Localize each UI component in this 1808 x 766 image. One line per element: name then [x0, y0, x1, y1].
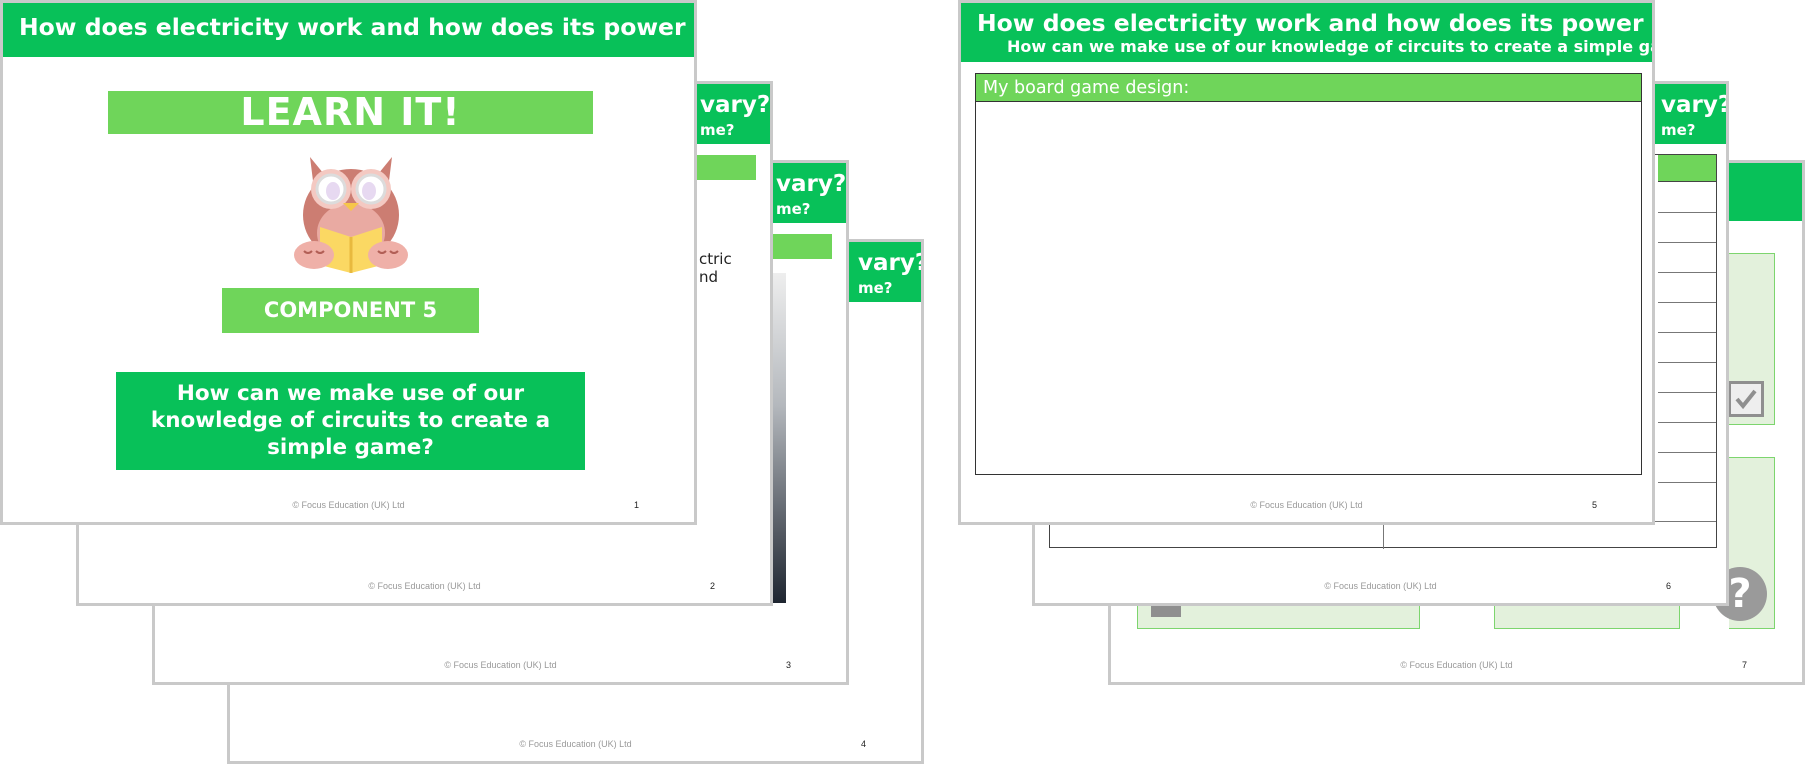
table-row-line — [1658, 332, 1716, 333]
design-box-label: My board game design: — [976, 74, 1641, 102]
slide-footer: © Focus Education (UK) Ltd — [1400, 660, 1513, 670]
table-header-bar — [1658, 155, 1716, 182]
slide-2-header-peek: vary? me? — [690, 84, 770, 144]
slide-6-header-peek: vary? me? — [1651, 84, 1726, 144]
page-number: 6 — [1665, 581, 1671, 591]
slide-footer: © Focus Education (UK) Ltd — [368, 581, 481, 591]
slide-footer: © Focus Education (UK) Ltd — [1250, 500, 1363, 510]
table-row-line — [1658, 242, 1716, 243]
table-row-line — [1658, 302, 1716, 303]
table-row-line — [1658, 452, 1716, 453]
slide-footer: © Focus Education (UK) Ltd — [519, 739, 632, 749]
table-row-line — [1658, 272, 1716, 273]
learn-it-banner: LEARN IT! — [108, 91, 593, 134]
slide-4-header-peek: vary? me? — [848, 242, 921, 302]
page-number: 2 — [709, 581, 715, 591]
page-number: 4 — [860, 739, 866, 749]
page-number: 7 — [1741, 660, 1747, 670]
peek-subtitle: me? — [776, 200, 811, 218]
board-game-design-box[interactable]: My board game design: — [975, 73, 1642, 475]
peek-title: vary? — [700, 92, 771, 118]
slide-2-bar — [696, 155, 756, 180]
slide-title: How does electricity work and how does i… — [19, 13, 697, 41]
slide-footer: © Focus Education (UK) Ltd — [292, 500, 405, 510]
slide-footer: © Focus Education (UK) Ltd — [1324, 581, 1437, 591]
slide-5[interactable]: How does electricity work and how does i… — [958, 0, 1655, 525]
table-column-divider — [1383, 521, 1384, 549]
slide-title: How does electricity work and how does i… — [977, 9, 1655, 37]
table-row-line — [1658, 392, 1716, 393]
slide-7-card — [1494, 603, 1680, 629]
component-label: COMPONENT 5 — [222, 288, 479, 333]
page-number: 3 — [785, 660, 791, 670]
slide-3-header-peek: vary? me? — [766, 163, 846, 223]
table-row-line — [1658, 482, 1716, 483]
slide-header: How does electricity work and how does i… — [3, 3, 694, 57]
slide-footer: © Focus Education (UK) Ltd — [444, 660, 557, 670]
peek-subtitle: me? — [700, 121, 735, 139]
page-number: 5 — [1591, 500, 1597, 510]
peek-subtitle: me? — [858, 279, 893, 297]
slide-subtitle: How can we make use of our knowledge of … — [1007, 37, 1655, 56]
owl-icon — [290, 147, 412, 275]
peek-title: vary? — [776, 171, 847, 197]
slide-7-header-peek — [1727, 163, 1802, 221]
table-row-line — [1658, 362, 1716, 363]
slide-3-bar — [772, 234, 832, 259]
slide-2-text-fragment: nd — [699, 268, 719, 286]
lesson-question: How can we make use of our knowledge of … — [116, 372, 585, 470]
table-row-line — [1658, 212, 1716, 213]
peek-title: vary? — [1661, 92, 1729, 118]
peek-subtitle: me? — [1661, 121, 1696, 139]
page-number: 1 — [633, 500, 639, 510]
peek-title: vary? — [858, 250, 924, 276]
slide-2-text-fragment: ctric — [699, 250, 732, 268]
table-row-line — [1658, 422, 1716, 423]
slide-3-photo — [772, 273, 786, 603]
checkbox-icon — [1728, 381, 1764, 417]
slide-header: How does electricity work and how does i… — [961, 3, 1652, 62]
slide-1[interactable]: How does electricity work and how does i… — [0, 0, 697, 525]
